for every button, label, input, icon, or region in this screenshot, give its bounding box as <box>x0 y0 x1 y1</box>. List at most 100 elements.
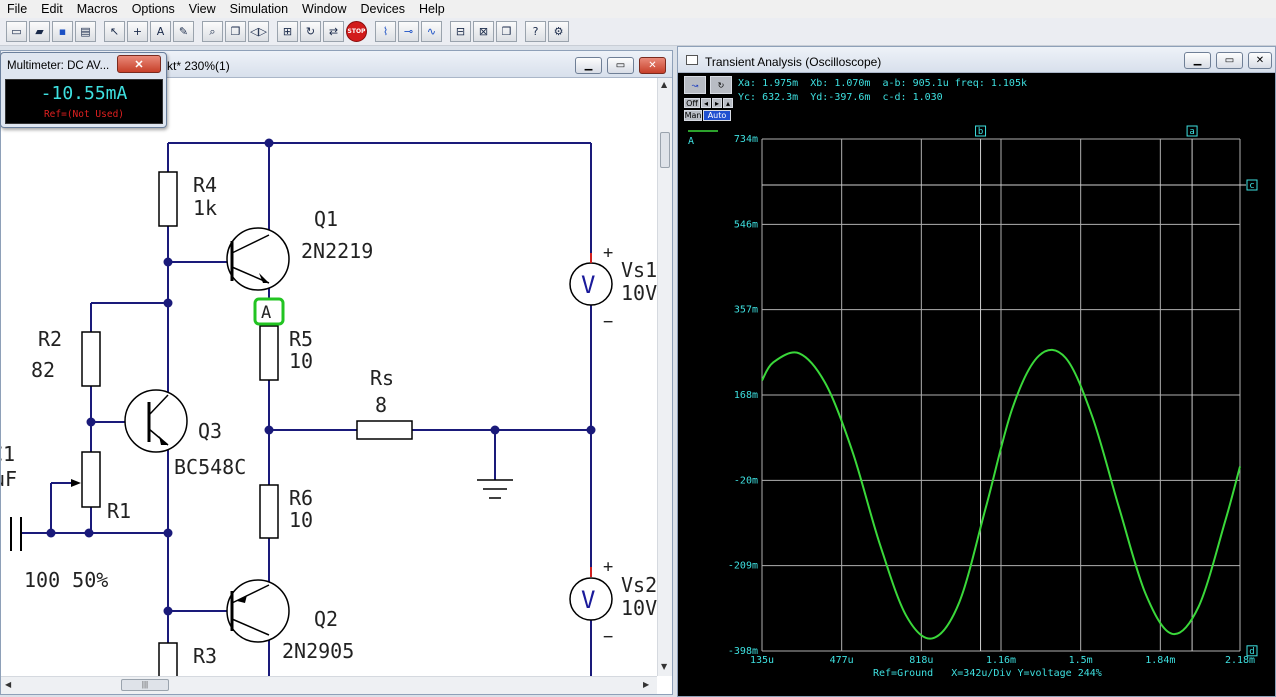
menu-options[interactable]: Options <box>125 0 182 18</box>
q2-name: Q2 <box>314 607 338 631</box>
menu-macros[interactable]: Macros <box>70 0 125 18</box>
scope-minimize-button[interactable]: ▁ <box>1184 52 1211 69</box>
save-icon[interactable]: ▪ <box>52 21 73 42</box>
tile-icon[interactable]: ⊟ <box>450 21 471 42</box>
y-tick-label: -209m <box>728 561 758 572</box>
rotate-icon[interactable]: ↻ <box>300 21 321 42</box>
circuit-diagram: R4 1k Q1 2N2219 A R5 10 Rs 8 R2 82 Q3 BC… <box>1 138 657 676</box>
oscilloscope-window: Transient Analysis (Oscilloscope) ▁ ▭ ✕ … <box>677 46 1276 697</box>
scroll-left-icon[interactable]: ◀ <box>5 680 11 689</box>
x-tick-label: 818u <box>909 655 933 666</box>
maximize-button[interactable]: ▭ <box>607 57 634 74</box>
waveform-icon[interactable]: ∿ <box>421 21 442 42</box>
menu-view[interactable]: View <box>182 0 223 18</box>
zoom-icon[interactable]: ⌕ <box>202 21 223 42</box>
r6-name: R6 <box>289 486 313 510</box>
component-icon[interactable]: ⊞ <box>277 21 298 42</box>
menu-devices[interactable]: Devices <box>354 0 412 18</box>
vs2-symbol: V <box>581 586 595 614</box>
vs1-value: 10V <box>621 281 657 305</box>
channel-label: A <box>688 136 694 147</box>
open-folder-icon[interactable]: ▰ <box>29 21 50 42</box>
cascade-icon[interactable]: ❒ <box>496 21 517 42</box>
select-arrow-icon[interactable]: ↖ <box>104 21 125 42</box>
minimize-button[interactable]: ▁ <box>575 57 602 74</box>
multimeter-display: -10.55mA Ref=(Not Used) <box>5 79 163 124</box>
q2-model: 2N2905 <box>282 639 354 663</box>
probe-a-label: A <box>261 303 271 323</box>
rs-name: Rs <box>370 366 394 390</box>
multimeter-window[interactable]: Multimeter: DC AV... ✕ -10.55mA Ref=(Not… <box>0 52 167 128</box>
r3-name: R3 <box>193 644 217 668</box>
menu-simulation[interactable]: Simulation <box>223 0 295 18</box>
menu-file[interactable]: File <box>0 0 34 18</box>
y-tick-label: 168m <box>734 390 758 401</box>
r1-value: 100 50% <box>24 568 108 592</box>
vs2-value: 10V <box>621 596 657 620</box>
vertical-scroll-thumb[interactable] <box>660 132 670 168</box>
scope-x-ticks: 135u 477u 818u 1.16m 1.5m 1.84m 2.18m <box>750 655 1255 666</box>
rs-value: 8 <box>375 393 387 417</box>
stop-icon[interactable]: STOP <box>346 21 367 42</box>
menu-edit[interactable]: Edit <box>34 0 70 18</box>
y-tick-label: 734m <box>734 134 758 145</box>
r4-value: 1k <box>193 196 217 220</box>
q1-name: Q1 <box>314 207 338 231</box>
oscilloscope-title: Transient Analysis (Oscilloscope) <box>705 55 882 69</box>
menu-bar: File Edit Macros Options View Simulation… <box>0 0 1276 18</box>
new-file-icon[interactable]: ▭ <box>6 21 27 42</box>
scope-maximize-button[interactable]: ▭ <box>1216 52 1243 69</box>
y-tick-label: 357m <box>734 305 758 316</box>
voltmeter-icon[interactable]: ⊸ <box>398 21 419 42</box>
scroll-down-icon[interactable]: ▼ <box>661 662 667 671</box>
vs1-plus: + <box>603 243 613 263</box>
print-icon[interactable]: ▤ <box>75 21 96 42</box>
vs1-name: Vs1 <box>621 258 657 282</box>
menu-help[interactable]: Help <box>412 0 452 18</box>
flip-icon[interactable]: ⇄ <box>323 21 344 42</box>
settings-icon[interactable]: ⚙ <box>548 21 569 42</box>
vs2-name: Vs2 <box>621 573 657 597</box>
split-icon[interactable]: ⊠ <box>473 21 494 42</box>
oscilloscope-titlebar[interactable]: Transient Analysis (Oscilloscope) ▁ ▭ ✕ <box>678 47 1275 73</box>
horizontal-scroll-thumb[interactable]: ||| <box>121 679 169 691</box>
r5-name: R5 <box>289 327 313 351</box>
q1-model: 2N2219 <box>301 239 373 263</box>
marker-a: a <box>1189 127 1194 137</box>
y-tick-label: -20m <box>734 475 758 486</box>
schematic-canvas[interactable]: R4 1k Q1 2N2219 A R5 10 Rs 8 R2 82 Q3 BC… <box>1 78 657 676</box>
r2-name: R2 <box>38 327 62 351</box>
marker-d: d <box>1249 647 1254 657</box>
pencil-icon[interactable]: ✎ <box>173 21 194 42</box>
scope-y-ticks: 734m546m357m168m-20m-209m-398m <box>728 134 758 657</box>
scope-close-button[interactable]: ✕ <box>1248 52 1272 69</box>
multimeter-ref: Ref=(Not Used) <box>43 109 125 120</box>
r6-value: 10 <box>289 508 313 532</box>
horizontal-scrollbar[interactable]: ◀ ||| ▶ <box>1 676 657 694</box>
mirror-icon[interactable]: ◁▷ <box>248 21 269 42</box>
close-button[interactable]: ✕ <box>639 57 666 74</box>
oscilloscope-plot[interactable]: A 734m546m357m168m-20m-209m-398m 135u 477… <box>678 73 1275 696</box>
vs1-symbol: V <box>581 271 595 299</box>
r2-value: 82 <box>31 358 55 382</box>
probe-icon[interactable]: ⌇ <box>375 21 396 42</box>
r5-value: 10 <box>289 349 313 373</box>
wire-cross-icon[interactable]: + <box>127 21 148 42</box>
menu-window[interactable]: Window <box>295 0 353 18</box>
text-tool-icon[interactable]: A <box>150 21 171 42</box>
multimeter-reading: -10.55mA <box>40 83 128 104</box>
scope-window-icon <box>686 55 698 65</box>
scroll-right-icon[interactable]: ▶ <box>643 680 649 689</box>
x-tick-label: 1.5m <box>1069 655 1093 666</box>
q3-name: Q3 <box>198 419 222 443</box>
scroll-up-icon[interactable]: ▲ <box>661 80 667 89</box>
marker-b: b <box>978 127 983 137</box>
vertical-scrollbar[interactable]: ▲ ▼ <box>657 78 672 676</box>
schematic-title: kt* 230%(1) <box>167 59 230 73</box>
help-icon[interactable]: ? <box>525 21 546 42</box>
marker-c: c <box>1249 181 1254 191</box>
multimeter-close-button[interactable]: ✕ <box>117 55 161 73</box>
copy-icon[interactable]: ❐ <box>225 21 246 42</box>
r1-name: R1 <box>107 499 131 523</box>
y-tick-label: 546m <box>734 219 758 230</box>
